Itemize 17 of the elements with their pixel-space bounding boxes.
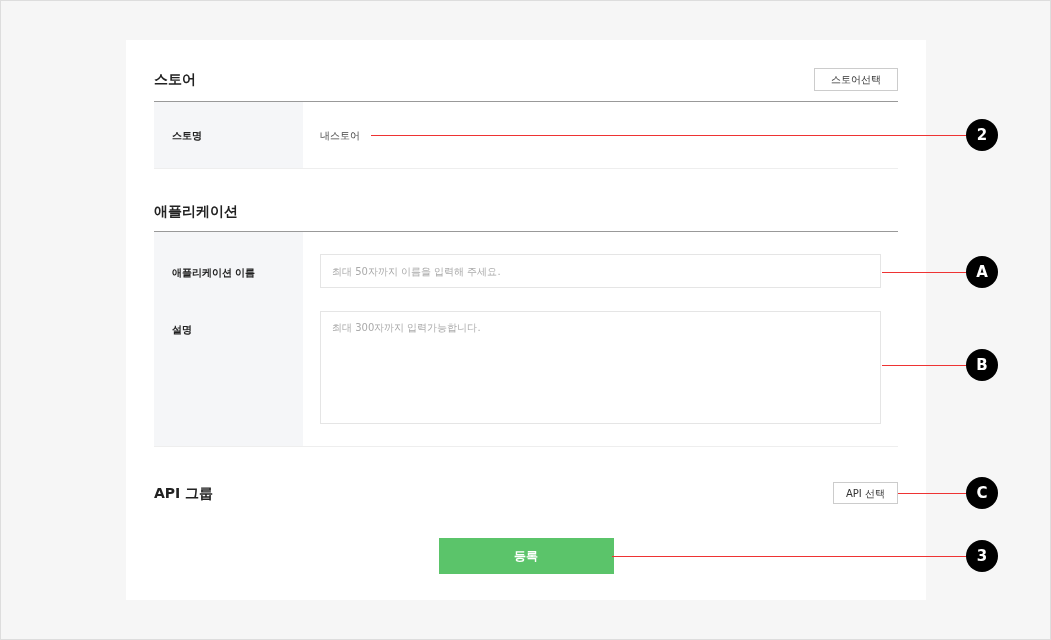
section-title: 애플리케이션 bbox=[154, 201, 238, 221]
field-label: 애플리케이션 이름 bbox=[172, 266, 256, 280]
description-field[interactable]: 최대 300자까지 입력가능합니다. bbox=[320, 311, 881, 424]
section-title: API 그룹 bbox=[154, 483, 214, 503]
callout-marker: 2 bbox=[966, 119, 998, 151]
callout-marker: C bbox=[966, 477, 998, 509]
name-input-field[interactable]: 최대 50자까지 이름을 입력해 주세요. bbox=[320, 254, 881, 288]
callout-marker: B bbox=[966, 349, 998, 381]
leader-line bbox=[898, 493, 966, 494]
callout-marker: 3 bbox=[966, 540, 998, 572]
field-label: 스토명 bbox=[172, 128, 202, 143]
field-label: 설명 bbox=[172, 323, 192, 337]
store-select-button[interactable]: 스토어선택 bbox=[814, 68, 898, 91]
callout-marker: A bbox=[966, 256, 998, 288]
section-title: 스토어 bbox=[154, 70, 196, 89]
store-name-value: 내스토어 bbox=[320, 128, 360, 143]
api-select-button[interactable]: API 선택 bbox=[833, 482, 898, 504]
